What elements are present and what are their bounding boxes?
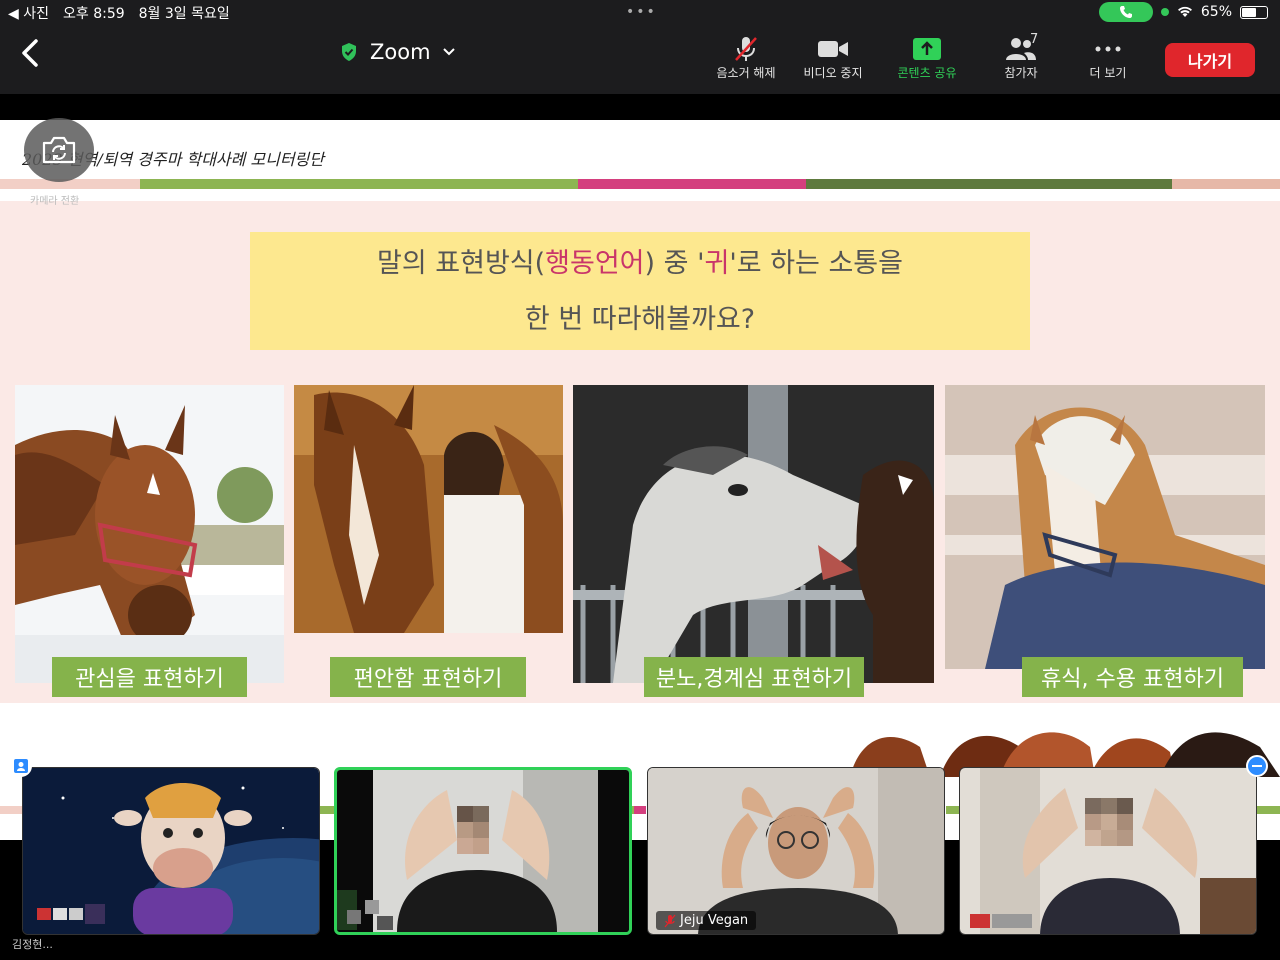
video-tile-3[interactable]: Jeju Vegan xyxy=(647,767,945,935)
unmute-label: 음소거 해제 xyxy=(716,66,776,80)
header-color-band xyxy=(0,179,1280,189)
app-title: Zoom xyxy=(370,40,431,64)
horse-photo-anger xyxy=(573,385,934,683)
zoom-toolbar: Zoom 음소거 해제 비디오 중지 콘텐츠 공유 7 참가자 더 보기 나가기 xyxy=(0,24,1280,94)
q-text-c: '로 하는 소통을 xyxy=(729,248,903,279)
status-date: 8월 3일 목요일 xyxy=(138,6,230,22)
self-name-label: 김정현... xyxy=(12,938,53,951)
camera-switch-label: 카메라 전환 xyxy=(30,196,80,207)
mic-muted-small-icon xyxy=(664,914,676,927)
camera-in-use-dot xyxy=(1160,8,1169,16)
share-content-button[interactable]: 콘텐츠 공유 xyxy=(882,34,972,81)
chevron-down-icon xyxy=(442,48,455,56)
back-chevron-icon[interactable] xyxy=(18,38,44,68)
shield-check-icon xyxy=(342,43,356,61)
pin-video-button[interactable] xyxy=(10,755,32,777)
caption-anger: 분노,경계심 표현하기 xyxy=(644,657,864,697)
minus-icon xyxy=(1252,765,1262,767)
status-time: 오후 8:59 xyxy=(62,6,125,22)
more-label: 더 보기 xyxy=(1089,66,1127,80)
camera-flip-icon xyxy=(42,136,76,164)
horse-photo-rest xyxy=(945,385,1265,669)
participant-name-tag: Jeju Vegan xyxy=(656,911,757,930)
stop-video-button[interactable]: 비디오 중지 xyxy=(788,34,878,81)
back-to-app[interactable]: ◀ 사진 xyxy=(8,3,49,23)
participant-name: Jeju Vegan xyxy=(680,913,749,928)
participants-button[interactable]: 7 참가자 xyxy=(976,32,1066,81)
multitask-dots-icon[interactable]: ••• xyxy=(626,4,657,20)
battery-percent: 65% xyxy=(1200,4,1232,20)
more-dots-icon xyxy=(1095,46,1121,52)
caption-comfort: 편안함 표현하기 xyxy=(330,657,526,697)
share-content-label: 콘텐츠 공유 xyxy=(897,66,957,80)
question-line-2: 한 번 따라해볼까요? xyxy=(524,304,756,335)
video-tile-1[interactable] xyxy=(22,767,320,935)
stop-video-label: 비디오 중지 xyxy=(803,66,863,80)
q-text-b: ) 중 ' xyxy=(644,248,705,279)
participant-video-2 xyxy=(337,770,629,932)
horse-photo-interest xyxy=(15,385,284,683)
avatar-cow-video xyxy=(23,768,319,934)
participant-video-3 xyxy=(648,768,944,934)
question-line-1: 말의 표현방식(행동언어) 중 '귀'로 하는 소통을 xyxy=(250,236,1030,292)
header-spacer xyxy=(0,189,1280,201)
caption-interest: 관심을 표현하기 xyxy=(52,657,247,697)
unmute-button[interactable]: 음소거 해제 xyxy=(701,34,791,81)
video-camera-icon xyxy=(818,41,848,57)
participants-count: 7 xyxy=(1030,32,1039,47)
q-text-a: 말의 표현방식( xyxy=(377,248,546,279)
participants-label: 참가자 xyxy=(1004,66,1038,80)
shared-slide: 2023 현역/퇴역 경주마 학대사례 모니터링단 카메라 전환 말의 표현방식… xyxy=(0,120,1280,840)
person-pin-icon xyxy=(14,759,28,773)
mic-muted-icon xyxy=(735,37,757,61)
minimize-videos-button[interactable] xyxy=(1246,755,1268,777)
phone-icon xyxy=(1119,6,1132,18)
meeting-title-dropdown[interactable]: Zoom xyxy=(340,40,455,64)
wifi-icon xyxy=(1177,6,1192,17)
participant-video-4 xyxy=(960,768,1256,934)
call-indicator[interactable] xyxy=(1098,2,1153,22)
horse-photo-comfort xyxy=(294,385,563,633)
q-highlight-behavior: 행동언어 xyxy=(545,248,645,279)
more-button[interactable]: 더 보기 xyxy=(1063,34,1153,81)
share-screen-icon xyxy=(913,38,941,60)
battery-fill xyxy=(1242,7,1256,17)
caption-rest: 휴식, 수용 표현하기 xyxy=(1022,657,1243,697)
status-bar: ◀ 사진 오후 8:59 8월 3일 목요일 ••• 65% xyxy=(0,0,1280,24)
battery-icon xyxy=(1240,5,1268,19)
question-box: 말의 표현방식(행동언어) 중 '귀'로 하는 소통을 한 번 따라해볼까요? xyxy=(250,232,1030,350)
camera-switch-button[interactable] xyxy=(24,118,94,182)
slide-header: 2023 현역/퇴역 경주마 학대사례 모니터링단 xyxy=(0,120,1280,180)
leave-button[interactable]: 나가기 xyxy=(1165,43,1255,77)
q-highlight-ear: 귀 xyxy=(704,248,730,279)
video-tile-2-active-speaker[interactable] xyxy=(334,767,632,935)
video-tile-4[interactable] xyxy=(959,767,1257,935)
